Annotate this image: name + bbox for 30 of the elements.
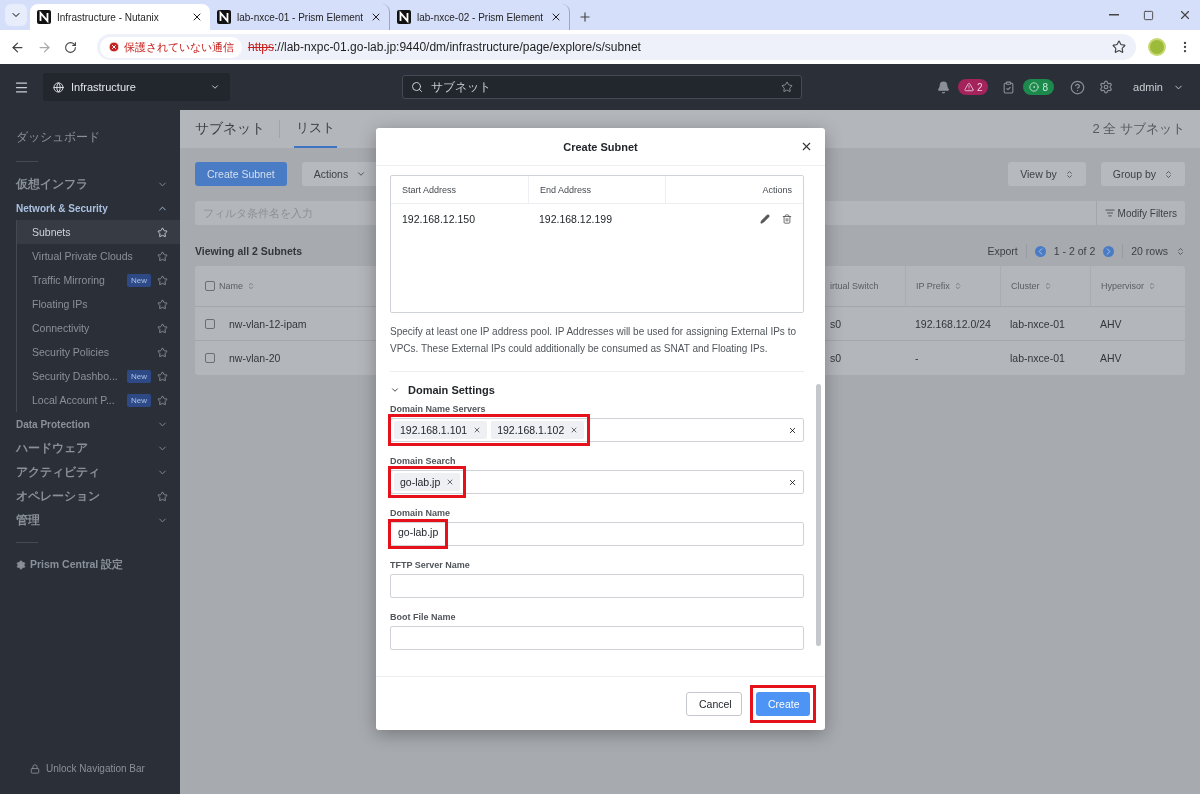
table-cell: s0 — [830, 317, 842, 330]
table-cell: nw-vlan-12-ipam — [229, 317, 307, 330]
table-cell: 192.168.12.199 — [539, 213, 612, 225]
new-badge: New — [127, 369, 151, 383]
table-cell: nw-vlan-20 — [229, 352, 281, 364]
field-label: Domain Name Servers — [390, 404, 487, 414]
subnet-count: 2 全 サブネット — [1092, 120, 1185, 138]
column-header: End Address — [540, 184, 592, 195]
url-text: https://lab-nxpc-01.go-lab.jp:9440/dm/infrastructure/page/explore/s/subnet — [248, 40, 642, 54]
field-label: Domain Search — [390, 456, 457, 466]
table-cell: 192.168.12.150 — [402, 213, 475, 225]
new-badge: New — [127, 273, 151, 287]
dialog-title: Create Subnet — [563, 140, 638, 153]
table-cell: AHV — [1100, 317, 1122, 330]
page-title: サブネット — [195, 120, 280, 138]
table-cell: - — [915, 352, 919, 364]
help-text: Specify at least one IP address pool. IP Addresses will be used for assigning External IPs to VPCs. These External IPs could additionally be consumed as SNAT and Floating IPs. — [390, 323, 804, 372]
column-header: Actions — [762, 184, 792, 195]
field-label: Domain Name — [390, 508, 452, 518]
field-label: Boot File Name — [390, 612, 457, 622]
pagination-text: 1 - 2 of 2 — [1053, 245, 1096, 257]
table-cell: 192.168.12.0/24 — [915, 317, 991, 330]
column-header: Start Address — [402, 184, 457, 195]
field-label: TFTP Server Name — [390, 560, 471, 570]
new-badge: New — [127, 393, 151, 407]
table-cell: s0 — [830, 352, 842, 364]
table-cell: lab-nxce-01 — [1010, 352, 1065, 364]
table-cell: lab-nxce-01 — [1010, 317, 1065, 330]
table-cell: AHV — [1100, 352, 1122, 364]
viewing-label: Viewing all 2 Subnets — [195, 245, 303, 257]
